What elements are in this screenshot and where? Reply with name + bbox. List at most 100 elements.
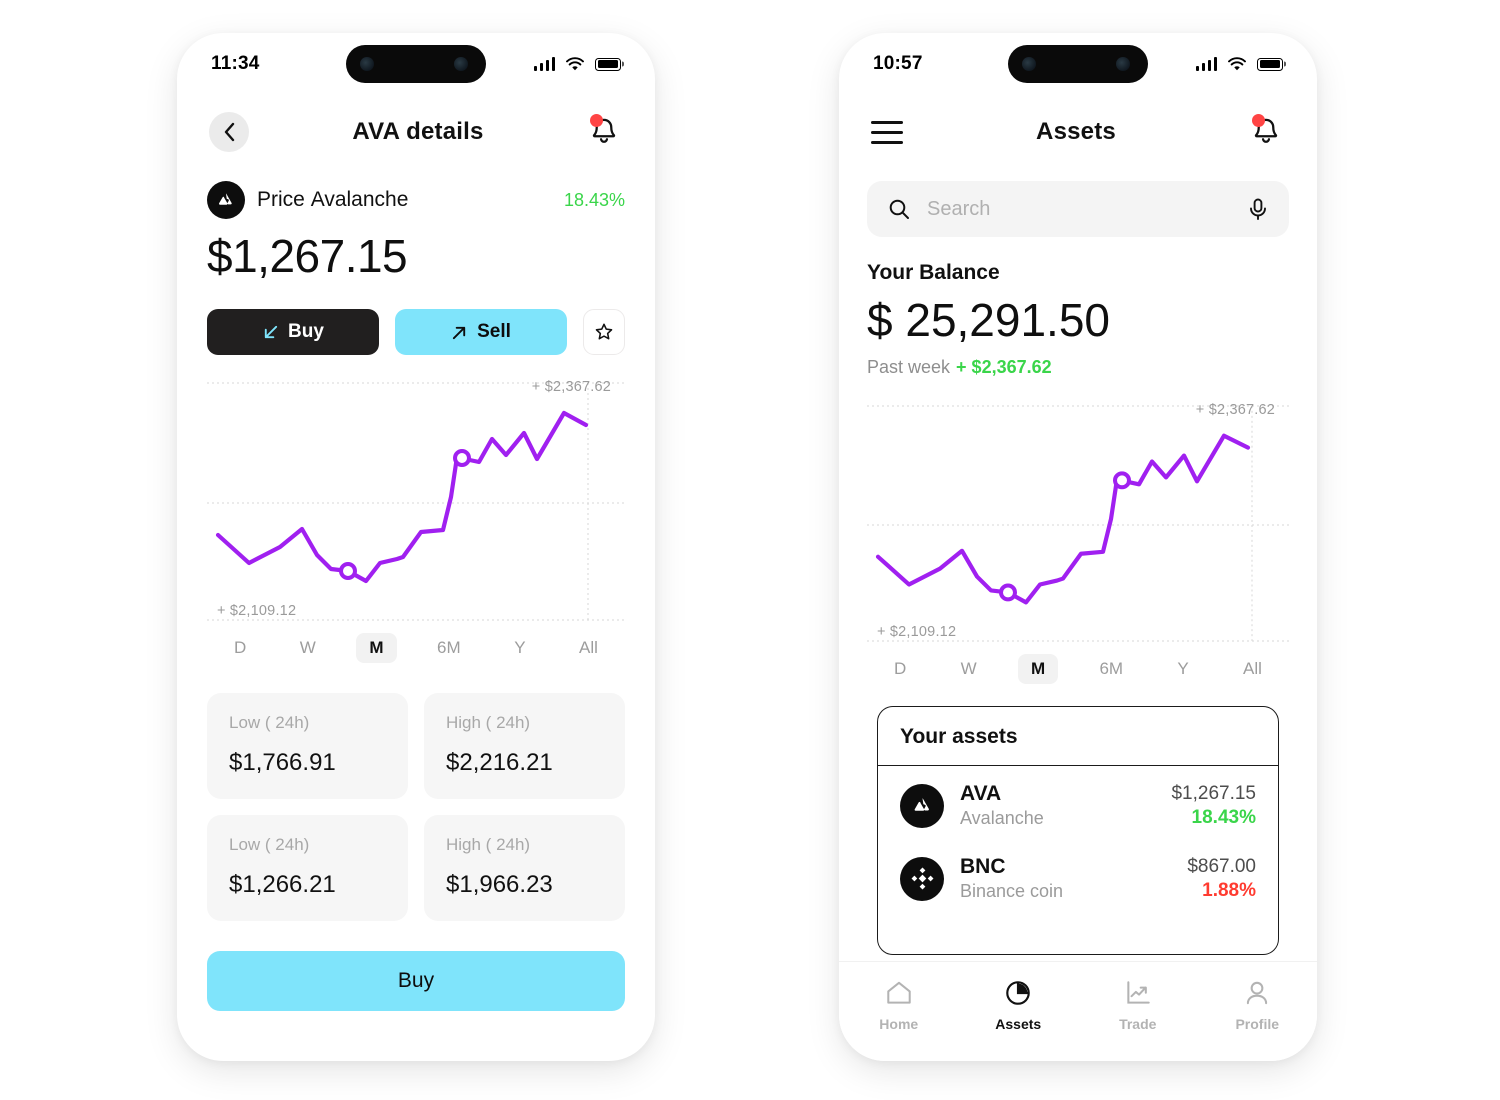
tab-trade[interactable]: Trade bbox=[1078, 978, 1198, 1032]
hamburger-menu-icon[interactable] bbox=[871, 120, 903, 144]
chart-marker bbox=[1113, 471, 1131, 490]
stat-card: High ( 24h) $1,966.23 bbox=[424, 815, 625, 921]
binance-logo-icon bbox=[900, 856, 944, 901]
tab-label: Home bbox=[879, 1016, 919, 1032]
assets-card: Your assets AVA Avalanche $1,267.15 18.4… bbox=[877, 706, 1279, 955]
tab-label: Profile bbox=[1235, 1016, 1280, 1032]
range-option-m[interactable]: M bbox=[1017, 654, 1059, 684]
range-option-6m[interactable]: 6M bbox=[1086, 654, 1136, 684]
balance-chart[interactable]: + $2,367.62 + $2,109.12 bbox=[867, 400, 1289, 648]
signal-bars-icon bbox=[533, 57, 555, 71]
range-option-d[interactable]: D bbox=[221, 633, 259, 663]
microphone-icon[interactable] bbox=[1247, 197, 1269, 221]
search-bar[interactable] bbox=[867, 181, 1289, 237]
tab-profile[interactable]: Profile bbox=[1198, 978, 1318, 1032]
primary-buy-button[interactable]: Buy bbox=[207, 951, 625, 1011]
asset-symbol: AVA bbox=[960, 782, 1002, 805]
range-option-all[interactable]: All bbox=[1230, 654, 1275, 684]
asset-values: $1,267.15 18.43% bbox=[1171, 783, 1256, 829]
notifications-button[interactable] bbox=[587, 114, 623, 150]
person-icon bbox=[1247, 981, 1268, 1005]
price-change-badge: 18.43% bbox=[563, 189, 625, 210]
status-time: 11:34 bbox=[211, 53, 260, 74]
app-bar-right: Assets bbox=[839, 95, 1317, 169]
avalanche-logo-icon bbox=[900, 783, 944, 828]
range-option-all[interactable]: All bbox=[566, 633, 611, 663]
balance-label: Your Balance bbox=[867, 261, 1000, 284]
battery-icon bbox=[595, 57, 621, 71]
line-chart-icon bbox=[1127, 981, 1150, 1004]
bottom-tab-bar: Home Assets Trade Profile bbox=[839, 961, 1317, 1061]
favorite-button[interactable] bbox=[583, 309, 625, 355]
avalanche-logo-icon bbox=[207, 181, 245, 219]
search-icon bbox=[889, 199, 909, 219]
signal-bars-icon bbox=[1195, 57, 1217, 71]
battery-icon bbox=[1257, 57, 1283, 71]
phone-assets: 10:57 Assets Search Your Balance $ 25,29… bbox=[839, 33, 1317, 1061]
chevron-left-icon bbox=[224, 122, 234, 142]
list-item[interactable]: AVA Avalanche $1,267.15 18.43% bbox=[878, 766, 1278, 839]
wifi-icon bbox=[1228, 57, 1246, 71]
asset-change: 18.43% bbox=[1191, 806, 1256, 828]
buy-button[interactable]: Buy bbox=[207, 309, 379, 355]
left-phone-content: Price Avalanche 18.43% $1,267.15 Buy Sel… bbox=[177, 181, 655, 1011]
range-selector-right: D W M 6M Y All bbox=[867, 654, 1289, 684]
chart-marker bbox=[999, 583, 1017, 602]
asset-names: AVA Avalanche bbox=[960, 782, 1044, 829]
tab-home[interactable]: Home bbox=[839, 978, 959, 1032]
stat-title: Low ( 24h) bbox=[229, 713, 310, 732]
chart-marker bbox=[453, 449, 471, 467]
price-chart-svg bbox=[207, 382, 625, 621]
current-price: $1,267.15 bbox=[207, 230, 408, 282]
asset-names: BNC Binance coin bbox=[960, 855, 1063, 902]
chart-high-label: + $2,367.62 bbox=[531, 379, 611, 395]
page-title-symbol: AVA bbox=[352, 118, 401, 145]
notifications-button[interactable] bbox=[1249, 114, 1285, 150]
range-option-y[interactable]: Y bbox=[1164, 654, 1201, 684]
list-item-partial bbox=[878, 912, 1278, 954]
stat-title: High ( 24h) bbox=[446, 713, 531, 732]
status-icons bbox=[533, 57, 621, 71]
asset-price: $867.00 bbox=[1187, 855, 1256, 877]
tab-assets[interactable]: Assets bbox=[959, 978, 1079, 1032]
stat-card: High ( 24h) $2,216.21 bbox=[424, 693, 625, 799]
price-chart[interactable]: + $2,367.62 + $2,109.12 bbox=[207, 377, 625, 627]
stat-card: Low ( 24h) $1,266.21 bbox=[207, 815, 408, 921]
asset-fullname: Avalanche bbox=[960, 808, 1044, 828]
range-option-y[interactable]: Y bbox=[501, 633, 538, 663]
asset-price: $1,267.15 bbox=[1171, 782, 1256, 804]
status-icons bbox=[1195, 57, 1283, 71]
balance-chart-svg bbox=[867, 405, 1289, 642]
range-option-d[interactable]: D bbox=[881, 654, 919, 684]
buy-button-label: Buy bbox=[288, 321, 324, 342]
balance-period: Past week bbox=[867, 357, 951, 377]
range-option-w[interactable]: W bbox=[948, 654, 990, 684]
stat-card: Low ( 24h) $1,766.91 bbox=[207, 693, 408, 799]
stat-title: High ( 24h) bbox=[446, 835, 531, 854]
status-bar-right: 10:57 bbox=[839, 33, 1317, 95]
range-option-m[interactable]: M bbox=[356, 633, 397, 663]
asset-values: $867.00 1.88% bbox=[1187, 856, 1256, 902]
page-title: Assets bbox=[1036, 118, 1116, 145]
list-item[interactable]: BNC Binance coin $867.00 1.88% bbox=[878, 839, 1278, 912]
coin-price-header: Price Avalanche 18.43% bbox=[207, 181, 625, 219]
dynamic-island bbox=[346, 45, 486, 83]
assets-card-header: Your assets bbox=[878, 707, 1278, 766]
right-phone-content: Your Balance $ 25,291.50 Past week + $2,3… bbox=[839, 181, 1317, 955]
star-outline-icon bbox=[595, 323, 613, 340]
asset-change: 1.88% bbox=[1202, 879, 1256, 901]
back-button[interactable] bbox=[209, 112, 249, 152]
status-time: 10:57 bbox=[873, 53, 923, 74]
phone-ava-details: 11:34 AVA details Price Avalanche 18.43%… bbox=[177, 33, 655, 1061]
balance-amount: $ 25,291.50 bbox=[867, 294, 1111, 346]
range-option-w[interactable]: W bbox=[287, 633, 329, 663]
price-label-bold: Price bbox=[257, 188, 305, 211]
sell-button-label: Sell bbox=[477, 321, 511, 342]
search-input[interactable] bbox=[927, 197, 1231, 221]
stat-title: Low ( 24h) bbox=[229, 835, 310, 854]
sell-button[interactable]: Sell bbox=[395, 309, 567, 355]
range-option-6m[interactable]: 6M bbox=[424, 633, 474, 663]
range-selector-left: D W M 6M Y All bbox=[207, 633, 625, 663]
chart-line bbox=[215, 410, 589, 584]
trade-actions: Buy Sell bbox=[207, 309, 625, 355]
